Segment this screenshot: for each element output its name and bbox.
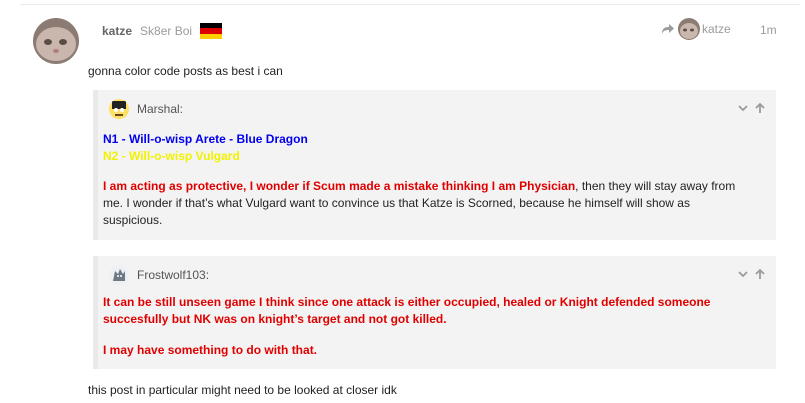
quote-paragraph-line: suspicious.	[103, 213, 163, 227]
chevron-down-icon[interactable]	[737, 268, 749, 280]
quote-paragraph-line: me. I wonder if that’s what Vulgard want…	[103, 196, 690, 210]
quote-line-night2: N2 - Will-o-wisp Vulgard	[103, 149, 240, 163]
reply-arrow-icon	[662, 24, 674, 34]
quote-red-text: succesfully but NK was on knight’s targe…	[103, 312, 447, 326]
post-header: katze Sk8er Boi	[102, 23, 223, 39]
avatar[interactable]	[33, 18, 79, 64]
chevron-down-icon[interactable]	[737, 102, 749, 114]
quote-controls	[737, 268, 766, 280]
reply-avatar	[678, 18, 700, 40]
username[interactable]: katze	[102, 24, 132, 38]
quote-block-frostwolf: Frostwolf103: It can be still unseen gam…	[93, 256, 776, 369]
arrow-up-icon[interactable]	[754, 268, 766, 280]
post-intro-text: gonna color code posts as best i can	[88, 64, 283, 78]
quote-paragraph-line: I am acting as protective, I wonder if S…	[103, 178, 735, 195]
post-divider	[20, 4, 800, 5]
reply-to-tab[interactable]: katze	[661, 18, 731, 40]
quote-plain-text: , then they will stay away from	[575, 179, 736, 193]
reply-to-username: katze	[702, 22, 731, 36]
post-outro-text: this post in particular might need to be…	[88, 383, 397, 397]
quote-line-night1: N1 - Will-o-wisp Arete - Blue Dragon	[103, 132, 308, 146]
quote-red-text: I may have something to do with that.	[103, 343, 318, 357]
quote-avatar	[109, 265, 129, 285]
arrow-up-icon[interactable]	[754, 102, 766, 114]
quote-block-marshal: Marshal: N1 - Will-o-wisp Arete - Blue D…	[93, 90, 776, 240]
quote-red-text: It can be still unseen game I think sinc…	[103, 295, 711, 309]
germany-flag-icon	[200, 23, 223, 39]
quote-avatar	[109, 99, 129, 119]
quote-author: Frostwolf103:	[137, 268, 210, 282]
post-date[interactable]: 1m	[760, 23, 777, 37]
quote-author: Marshal:	[137, 102, 184, 116]
quote-header: Frostwolf103:	[109, 265, 209, 285]
user-title: Sk8er Boi	[140, 24, 193, 38]
quote-controls	[737, 102, 766, 114]
quote-red-text: I am acting as protective, I wonder if S…	[103, 179, 576, 193]
quote-header: Marshal:	[109, 99, 183, 119]
